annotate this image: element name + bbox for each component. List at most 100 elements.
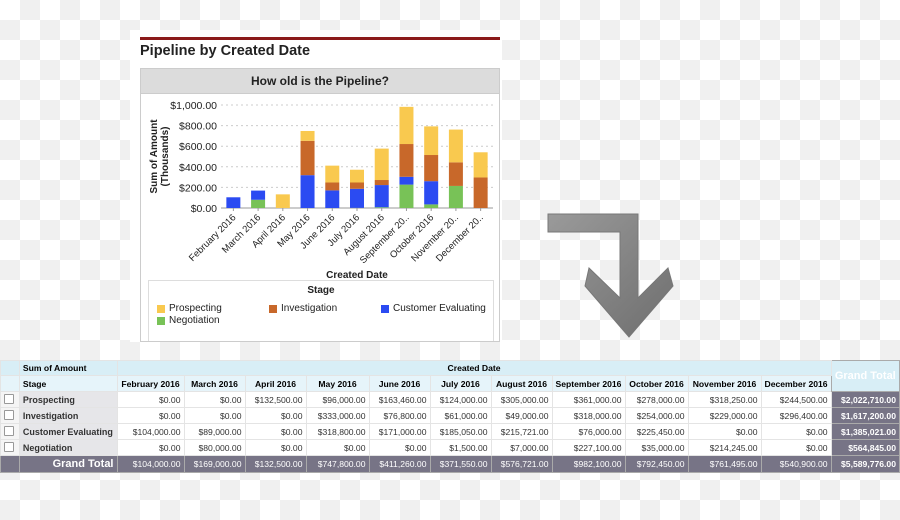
column-header[interactable]: October 2016 — [624, 375, 689, 392]
column-header[interactable]: February 2016 — [116, 375, 185, 392]
legend-label: Customer Evaluating — [393, 303, 486, 314]
cell-value: $80,000.00 — [183, 439, 246, 456]
cell-value: $361,000.00 — [551, 391, 626, 408]
cell-value: $132,500.00 — [244, 391, 307, 408]
row-checkbox[interactable] — [0, 439, 20, 456]
bar-segment-customer-evaluating[interactable] — [226, 197, 241, 208]
checkbox-icon[interactable] — [4, 441, 14, 452]
bar-segment-customer-evaluating[interactable] — [251, 190, 266, 200]
bar-segment-negotiation[interactable] — [251, 199, 266, 208]
column-grand-total: $411,260.00 — [368, 455, 431, 473]
bar-segment-customer-evaluating[interactable] — [300, 175, 315, 208]
legend-swatch — [157, 316, 165, 325]
cell-value: $49,000.00 — [490, 407, 553, 424]
column-grand-total: $371,550.00 — [429, 455, 492, 473]
column-grand-total: $169,000.00 — [183, 455, 246, 473]
column-header[interactable]: March 2016 — [183, 375, 246, 392]
stage-label: Prospecting — [18, 391, 118, 408]
column-header[interactable]: September 2016 — [551, 375, 626, 392]
bar-segment-prospecting[interactable] — [325, 165, 340, 183]
bar-segment-negotiation[interactable] — [448, 185, 463, 208]
bar-segment-prospecting[interactable] — [424, 126, 439, 156]
row-checkbox[interactable] — [0, 407, 20, 424]
stacked-bar-chart: $0.00 $200.00 $400.00 $600.00 $800.00 $1,000.… — [149, 100, 493, 281]
cell-value: $0.00 — [687, 423, 762, 440]
legend-item-negotiation[interactable]: Negotiation — [157, 315, 220, 326]
bar-segment-prospecting[interactable] — [448, 129, 463, 163]
column-header[interactable]: June 2016 — [368, 375, 431, 392]
cell-value: $225,450.00 — [624, 423, 689, 440]
bar-segment-investigation[interactable] — [424, 155, 439, 182]
bar-segment-prospecting[interactable] — [300, 130, 315, 141]
column-grand-total: $761,495.00 — [687, 455, 762, 473]
stage-label: Negotiation — [18, 439, 118, 456]
column-header[interactable]: November 2016 — [687, 375, 762, 392]
overall-grand-total: $5,589,776.00 — [830, 455, 900, 473]
y-tick-label: $400.00 — [179, 162, 217, 174]
bar-segment-customer-evaluating[interactable] — [424, 181, 439, 205]
bar-segment-negotiation[interactable] — [399, 184, 414, 208]
bar-segment-negotiation[interactable] — [374, 207, 389, 208]
row-checkbox[interactable] — [0, 423, 20, 440]
y-tick-label: $200.00 — [179, 182, 217, 194]
cell-value: $0.00 — [244, 423, 307, 440]
row-grand-total: $2,022,710.00 — [830, 391, 900, 408]
chart-header: How old is the Pipeline? — [141, 69, 499, 94]
bar-segment-investigation[interactable] — [399, 144, 414, 177]
cell-value: $244,500.00 — [760, 391, 832, 408]
cell-value: $0.00 — [183, 391, 246, 408]
column-grand-total: $747,800.00 — [305, 455, 370, 473]
table-row: Investigation $0.00 $0.00 $0.00 $333,000.00 $… — [0, 407, 900, 424]
title-rule — [140, 37, 500, 40]
legend-swatch — [157, 304, 165, 313]
column-header[interactable]: July 2016 — [429, 375, 492, 392]
bar-segment-customer-evaluating[interactable] — [374, 185, 389, 208]
cell-value: $76,000.00 — [551, 423, 626, 440]
bar-segment-investigation[interactable] — [350, 182, 364, 189]
legend-label: Negotiation — [169, 315, 220, 326]
column-grand-total: $540,900.00 — [760, 455, 832, 473]
bar-segment-customer-evaluating[interactable] — [399, 176, 414, 185]
stage-label: Customer Evaluating — [18, 423, 118, 440]
bar-segment-investigation[interactable] — [325, 182, 340, 191]
y-tick-label: $800.00 — [179, 121, 217, 133]
cell-value: $104,000.00 — [116, 423, 185, 440]
grand-total-header: Grand Total — [830, 360, 900, 392]
bar-segment-investigation[interactable] — [473, 177, 488, 208]
legend-item-customer-evaluating[interactable]: Customer Evaluating — [381, 303, 486, 314]
checkbox-icon[interactable] — [4, 393, 14, 404]
column-header[interactable]: December 2016 — [760, 375, 832, 392]
corner-label: Sum of Amount — [18, 360, 118, 376]
bar-segment-investigation[interactable] — [374, 180, 389, 186]
grand-total-label: Grand Total — [18, 455, 118, 473]
legend-item-investigation[interactable]: Investigation — [269, 303, 337, 314]
cell-value: $61,000.00 — [429, 407, 492, 424]
legend-swatch — [381, 304, 389, 313]
cell-value: $0.00 — [116, 439, 185, 456]
legend-item-prospecting[interactable]: Prospecting — [157, 303, 222, 314]
row-checkbox[interactable] — [0, 391, 20, 408]
bar-segment-prospecting[interactable] — [374, 148, 389, 181]
column-header[interactable]: May 2016 — [305, 375, 370, 392]
checkbox-icon[interactable] — [4, 425, 14, 436]
grand-total-row: Grand Total $104,000.00 $169,000.00 $132,50… — [0, 455, 900, 473]
cell-value: $185,050.00 — [429, 423, 492, 440]
column-header[interactable]: August 2016 — [490, 375, 553, 392]
cell-value: $254,000.00 — [624, 407, 689, 424]
row-grand-total: $1,385,021.00 — [830, 423, 900, 440]
bar-segment-prospecting[interactable] — [473, 152, 488, 178]
bar-segment-prospecting[interactable] — [350, 169, 364, 183]
bar-segment-customer-evaluating[interactable] — [350, 188, 364, 208]
bar-segment-investigation[interactable] — [448, 162, 463, 186]
checkbox-icon[interactable] — [4, 409, 14, 420]
cell-value: $171,000.00 — [368, 423, 431, 440]
bar-segment-negotiation[interactable] — [424, 204, 439, 208]
bar-segment-customer-evaluating[interactable] — [325, 190, 340, 208]
bar-segment-prospecting[interactable] — [275, 194, 290, 208]
cell-value: $278,000.00 — [624, 391, 689, 408]
bar-segment-prospecting[interactable] — [399, 106, 414, 145]
column-header[interactable]: April 2016 — [244, 375, 307, 392]
cell-value: $318,800.00 — [305, 423, 370, 440]
bar-segment-investigation[interactable] — [300, 140, 315, 176]
y-tick-label: $1,000.00 — [170, 100, 217, 112]
